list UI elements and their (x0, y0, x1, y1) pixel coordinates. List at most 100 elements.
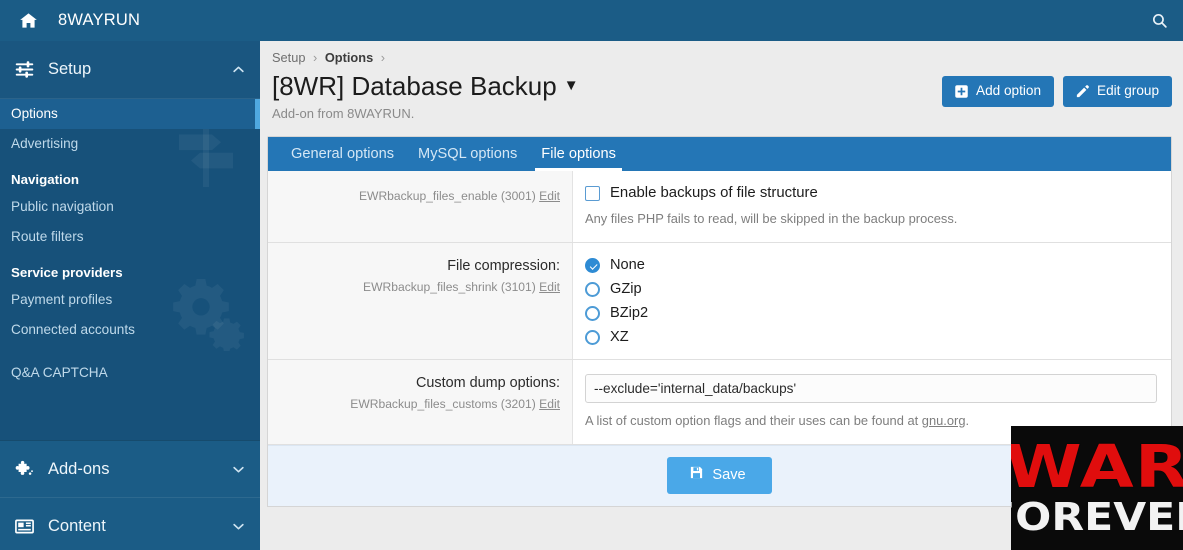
app-root: 8WAYRUN Setup Options Advertising Naviga… (0, 0, 1183, 550)
form-row-file-compression: File compression: EWRbackup_files_shrink… (268, 243, 1171, 360)
sidebar-item-advertising[interactable]: Advertising (0, 129, 260, 159)
sidebar-section-setup[interactable]: Setup (0, 41, 260, 99)
top-navigation-bar: 8WAYRUN (0, 0, 1183, 41)
page-subtitle: Add-on from 8WAYRUN. (272, 106, 415, 121)
option-key-text: EWRbackup_files_customs (3201) (350, 397, 536, 411)
caret-down-icon[interactable]: ▼ (564, 70, 579, 102)
sidebar-item-label: Route filters (11, 229, 84, 244)
tab-file-options[interactable]: File options (529, 137, 628, 171)
breadcrumb-separator: › (380, 50, 386, 65)
sidebar-item-label: Payment profiles (11, 292, 113, 307)
sidebar-item-public-navigation[interactable]: Public navigation (0, 192, 260, 222)
file-compression-label: File compression: (447, 258, 560, 274)
chevron-down-icon[interactable] (231, 519, 246, 534)
form-row-label: EWRbackup_files_enable (3001) Edit (268, 171, 573, 242)
hint-text-before: A list of custom option flags and their … (585, 413, 922, 428)
tab-general-options[interactable]: General options (279, 137, 406, 171)
sidebar-item-payment-profiles[interactable]: Payment profiles (0, 285, 260, 315)
breadcrumb-item-options[interactable]: Options (325, 50, 373, 65)
gnu-org-link[interactable]: gnu.org (922, 413, 966, 428)
search-icon[interactable] (1135, 0, 1183, 41)
radio-option-none[interactable]: None (585, 257, 1157, 273)
sidebar-item-label: Q&A CAPTCHA (11, 365, 108, 380)
form-row-files-enable: EWRbackup_files_enable (3001) Edit Enabl… (268, 171, 1171, 243)
sidebar-section-addons[interactable]: Add-ons (0, 440, 260, 498)
sidebar-item-label: Public navigation (11, 199, 114, 214)
option-key: EWRbackup_files_enable (3001) Edit (278, 187, 560, 205)
option-key-text: EWRbackup_files_enable (3001) (358, 189, 536, 203)
sidebar-section-label: Content (48, 517, 106, 535)
radio-gzip[interactable] (585, 281, 600, 297)
radio-option-gzip[interactable]: GZip (585, 281, 1157, 297)
edit-link[interactable]: Edit (539, 397, 560, 411)
enable-backups-label[interactable]: Enable backups of file structure (610, 185, 818, 201)
sidebar-item-label: Advertising (11, 136, 79, 151)
hint-text-after: . (965, 413, 970, 428)
page-header: Setup › Options › [8WR] Database Backup … (260, 41, 1183, 121)
add-option-label: Add option (976, 83, 1042, 98)
tab-bar: General options MySQL options File optio… (268, 137, 1171, 171)
radio-label[interactable]: XZ (610, 329, 629, 345)
sidebar-item-label: Options (11, 106, 58, 121)
edit-link[interactable]: Edit (539, 280, 560, 294)
option-key-text: EWRbackup_files_shrink (3101) (363, 280, 536, 294)
plus-square-icon (954, 84, 969, 99)
edit-link[interactable]: Edit (539, 189, 560, 203)
edit-group-label: Edit group (1097, 83, 1159, 98)
custom-dump-options-input[interactable] (585, 374, 1157, 403)
sidebar-group-navigation: Navigation (11, 172, 79, 187)
brand-title[interactable]: 8WAYRUN (58, 11, 140, 30)
tab-label: File options (541, 146, 616, 162)
overlay-line-war: WAR (1011, 432, 1183, 501)
radio-bzip2[interactable] (585, 305, 600, 321)
form-row-label: File compression: EWRbackup_files_shrink… (268, 243, 573, 359)
sidebar: Setup Options Advertising Navigation Pub… (0, 41, 260, 550)
form-row-control: Enable backups of file structure Any fil… (573, 171, 1171, 242)
newspaper-icon (14, 516, 44, 537)
chevron-down-icon[interactable] (231, 462, 246, 477)
page-header-actions: Add option Edit group (942, 76, 1172, 107)
sidebar-section-label: Setup (48, 60, 92, 78)
page-title-text: [8WR] Database Backup (272, 71, 557, 101)
radio-option-bzip2[interactable]: BZip2 (585, 305, 1157, 321)
radio-label[interactable]: None (610, 257, 645, 273)
radio-option-xz[interactable]: XZ (585, 329, 1157, 345)
sidebar-item-qa-captcha[interactable]: Q&A CAPTCHA (0, 358, 260, 388)
enable-backups-checkbox[interactable] (585, 185, 600, 201)
radio-label[interactable]: BZip2 (610, 305, 648, 321)
breadcrumb: Setup › Options › (269, 50, 1171, 65)
add-option-button[interactable]: Add option (942, 76, 1055, 107)
option-key: EWRbackup_files_shrink (3101) Edit (278, 278, 560, 296)
enable-backups-hint: Any files PHP fails to read, will be ski… (585, 211, 958, 226)
pencil-icon (1075, 84, 1090, 99)
radio-none[interactable] (585, 257, 600, 273)
option-key: EWRbackup_files_customs (3201) Edit (278, 395, 560, 413)
breadcrumb-item-setup[interactable]: Setup (272, 50, 305, 65)
save-button[interactable]: Save (667, 457, 772, 494)
custom-dump-options-label: Custom dump options: (416, 375, 560, 391)
overlay-line-forever: FOREVER (1011, 495, 1183, 539)
breadcrumb-separator: › (313, 50, 318, 65)
sliders-icon (14, 59, 44, 80)
puzzle-icon (14, 459, 44, 479)
form-row-label: Custom dump options: EWRbackup_files_cus… (268, 360, 573, 444)
sidebar-item-route-filters[interactable]: Route filters (0, 222, 260, 252)
sidebar-item-options[interactable]: Options (0, 99, 260, 129)
sidebar-section-label: Add-ons (48, 459, 110, 478)
sidebar-section-content[interactable]: Content (0, 498, 260, 550)
tab-label: MySQL options (418, 146, 518, 162)
home-icon[interactable] (0, 0, 56, 41)
sidebar-setup-body: Options Advertising Navigation Public na… (0, 99, 260, 440)
form-row-control: None GZip BZip2 XZ (573, 243, 1171, 359)
enable-backups-checkbox-row[interactable]: Enable backups of file structure (585, 185, 1157, 201)
chevron-up-icon[interactable] (231, 62, 246, 77)
radio-label[interactable]: GZip (610, 281, 642, 297)
tab-mysql-options[interactable]: MySQL options (406, 137, 529, 171)
radio-xz[interactable] (585, 329, 600, 345)
edit-group-button[interactable]: Edit group (1063, 76, 1172, 107)
sidebar-item-connected-accounts[interactable]: Connected accounts (0, 315, 260, 345)
sidebar-item-label: Connected accounts (11, 322, 135, 337)
war-forever-overlay-image: WAR FOREVER (1011, 426, 1183, 550)
floppy-disk-icon (689, 465, 704, 485)
